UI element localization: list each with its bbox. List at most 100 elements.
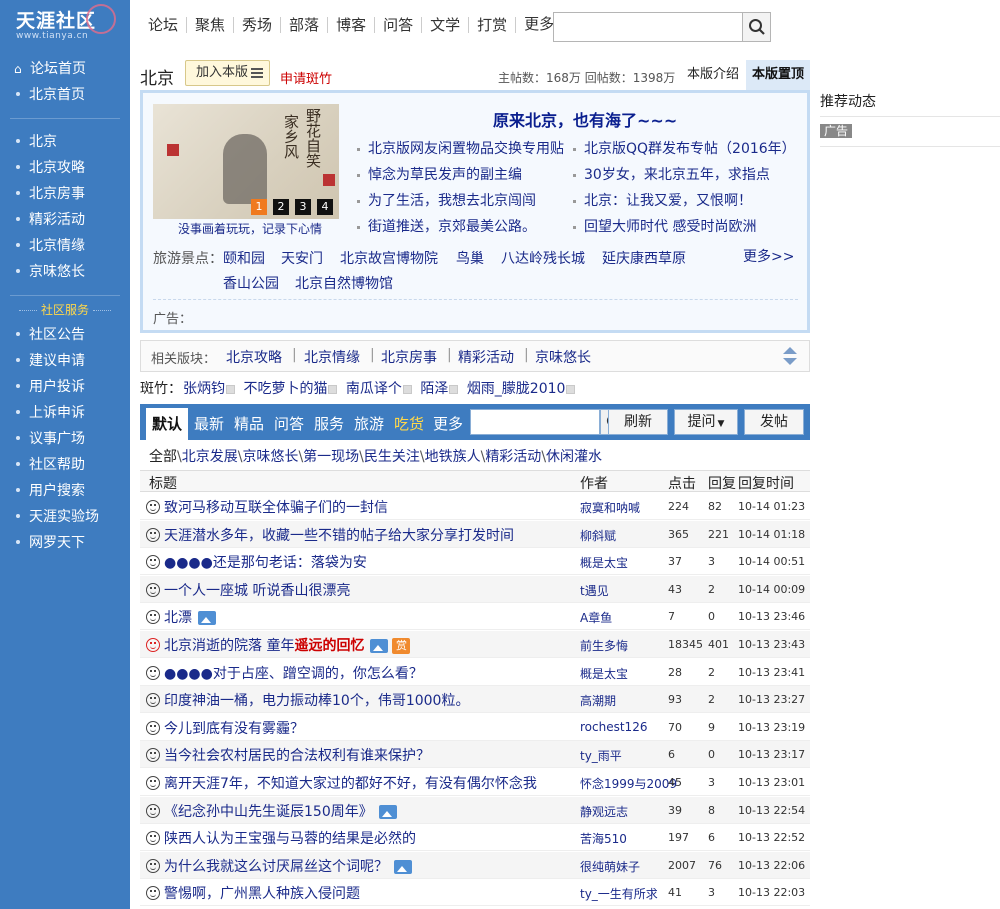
tab-more[interactable]: 更多 xyxy=(433,408,463,440)
search-button[interactable] xyxy=(742,13,770,41)
table-row[interactable]: ●●●●还是那句老话：落袋为安 概是太宝 37 3 10-14 00:51 xyxy=(140,548,810,575)
sidebar-item-help[interactable]: 社区帮助 xyxy=(0,452,130,478)
post-author-link[interactable]: 高潮期 xyxy=(580,692,616,709)
table-row[interactable]: 北漂 A章鱼 7 0 10-13 23:46 xyxy=(140,603,810,630)
nav-item-qa[interactable]: 问答 xyxy=(375,17,423,33)
featured-link[interactable]: 北京版QQ群发布专帖（2016年） xyxy=(573,138,796,158)
post-title-link[interactable]: 今儿到底有没有雾霾？ xyxy=(164,718,304,738)
sidebar-item-culture[interactable]: 京味悠长 xyxy=(0,259,130,285)
featured-link[interactable]: 30岁女，来北京五年，求指点 xyxy=(573,164,770,184)
related-board-link[interactable]: 北京房事 xyxy=(381,347,437,367)
table-row[interactable]: 今儿到底有没有雾霾？ rochest126 70 9 10-13 23:19 xyxy=(140,714,810,741)
featured-link[interactable]: 街道推送，京郊最美公路。 xyxy=(357,216,536,236)
sidebar-item-beijing[interactable]: 北京 xyxy=(0,129,130,155)
table-row[interactable]: 《纪念孙中山先生诞辰150周年》 静观远志 39 8 10-13 22:54 xyxy=(140,797,810,824)
post-title-link[interactable]: 警惕啊，广州黑人种族入侵问题 xyxy=(164,883,360,903)
sidebar-item-beijing-home[interactable]: 北京首页 xyxy=(0,82,130,108)
table-row[interactable]: 当今社会农村居民的合法权利有谁来保护？ ty_雨平 6 0 10-13 23:17 xyxy=(140,741,810,768)
post-title-link[interactable]: 北漂 xyxy=(164,607,216,627)
col-replies[interactable]: 回复 xyxy=(708,473,736,493)
table-row[interactable]: 天涯潜水多年，收藏一些不错的帖子给大家分享打发时间 柳斜赋 365 221 10-14 … xyxy=(140,521,810,548)
slide-dot-3[interactable]: 3 xyxy=(295,199,311,215)
featured-link[interactable]: 北京版网友闲置物品交换专用贴 xyxy=(357,138,564,158)
nav-item-literature[interactable]: 文学 xyxy=(422,17,470,33)
table-row[interactable]: 北京消逝的院落 童年遥远的回忆 赏 前生多悔 18345 401 10-13 23:43 xyxy=(140,631,810,658)
featured-link[interactable]: 北京：让我又爱，又恨啊！ xyxy=(573,190,752,210)
filter-item[interactable]: 精彩活动 xyxy=(485,449,541,465)
sidebar-item-lab[interactable]: 天涯实验场 xyxy=(0,504,130,530)
col-time[interactable]: 回复时间 xyxy=(738,473,794,493)
post-author-link[interactable]: rochest126 xyxy=(580,720,647,734)
filter-item[interactable]: 地铁族人 xyxy=(425,449,481,465)
post-title-link[interactable]: 为什么我就这么讨厌屌丝这个词呢？ xyxy=(164,856,412,876)
refresh-button[interactable]: 刷新 xyxy=(608,409,668,435)
post-title-link[interactable]: 一个人一座城 听说香山很漂亮 xyxy=(164,580,350,600)
sidebar-item-events[interactable]: 精彩活动 xyxy=(0,207,130,233)
related-board-link[interactable]: 北京情缘 xyxy=(304,347,360,367)
moderator-link[interactable]: 南瓜译个 xyxy=(346,381,402,397)
sidebar-item-complaint[interactable]: 用户投诉 xyxy=(0,374,130,400)
expand-toggle-icon[interactable] xyxy=(781,345,799,367)
moderator-link[interactable]: 张炳钧 xyxy=(183,381,225,397)
nav-item-show[interactable]: 秀场 xyxy=(234,17,282,33)
scenic-link[interactable]: 北京自然博物馆 xyxy=(295,273,393,293)
filter-item[interactable]: 民生关注 xyxy=(364,449,420,465)
featured-title[interactable]: 原来北京，也有海了~~~ xyxy=(493,107,677,131)
post-author-link[interactable]: 怀念1999与2009 xyxy=(580,775,677,792)
scenic-link[interactable]: 颐和园 xyxy=(223,248,265,268)
sidebar-item-suggestion[interactable]: 建议申请 xyxy=(0,348,130,374)
nav-item-forum[interactable]: 论坛 xyxy=(140,17,188,33)
moderator-link[interactable]: 烟雨_朦胧2010 xyxy=(467,381,566,397)
sidebar-item-housing[interactable]: 北京房事 xyxy=(0,181,130,207)
filter-item[interactable]: 休闲灌水 xyxy=(546,449,602,465)
post-author-link[interactable]: 概是太宝 xyxy=(580,665,628,682)
post-author-link[interactable]: 寂寞和呐喊 xyxy=(580,499,640,516)
scenic-link[interactable]: 八达岭残长城 xyxy=(501,248,585,268)
table-row[interactable]: 为什么我就这么讨厌屌丝这个词呢？ 很纯萌妹子 2007 76 10-13 22:06 xyxy=(140,852,810,879)
new-post-button[interactable]: 发帖 xyxy=(744,409,804,435)
post-title-link[interactable]: 当今社会农村居民的合法权利有谁来保护？ xyxy=(164,745,430,765)
related-board-link[interactable]: 精彩活动 xyxy=(458,347,514,367)
filter-item[interactable]: 北京发展 xyxy=(182,449,238,465)
post-title-link[interactable]: 离开天涯7年，不知道大家过的都好不好，有没有偶尔怀念我 xyxy=(164,773,537,793)
table-row[interactable]: 离开天涯7年，不知道大家过的都好不好，有没有偶尔怀念我 怀念1999与2009 45… xyxy=(140,769,810,796)
post-author-link[interactable]: t遇见 xyxy=(580,582,609,599)
ask-button[interactable]: 提问 ▼ xyxy=(674,409,738,435)
post-title-link[interactable]: 《纪念孙中山先生诞辰150周年》 xyxy=(164,801,397,821)
post-author-link[interactable]: 很纯萌妹子 xyxy=(580,858,640,875)
nav-item-focus[interactable]: 聚焦 xyxy=(187,17,235,33)
scenic-link[interactable]: 香山公园 xyxy=(223,273,279,293)
table-row[interactable]: 一个人一座城 听说香山很漂亮 t遇见 43 2 10-14 00:09 xyxy=(140,576,810,603)
sidebar-item-appeal[interactable]: 上诉申诉 xyxy=(0,400,130,426)
scenic-link[interactable]: 天安门 xyxy=(281,248,323,268)
table-row[interactable]: ●●●●对于占座、蹭空调的，你怎么看？ 概是太宝 28 2 10-13 23:41 xyxy=(140,659,810,686)
scenic-link[interactable]: 鸟巢 xyxy=(456,248,484,268)
post-title-link[interactable]: 北京消逝的院落 童年遥远的回忆 赏 xyxy=(164,635,411,655)
table-row[interactable]: 印度神油一桶，电力振动棒10个，伟哥1000粒。 高潮期 93 2 10-13 23:2… xyxy=(140,686,810,713)
moderator-link[interactable]: 陌泽 xyxy=(420,381,448,397)
nav-item-tribe[interactable]: 部落 xyxy=(281,17,329,33)
tab-board-intro[interactable]: 本版介绍 xyxy=(681,60,745,90)
col-title[interactable]: 标题 xyxy=(149,473,177,493)
sidebar-item-guide[interactable]: 北京攻略 xyxy=(0,155,130,181)
tab-food[interactable]: 吃货 xyxy=(394,408,424,440)
post-title-link[interactable]: 印度神油一桶，电力振动棒10个，伟哥1000粒。 xyxy=(164,690,469,710)
search-input[interactable] xyxy=(554,13,742,41)
tab-latest[interactable]: 最新 xyxy=(194,408,224,440)
scenic-link[interactable]: 北京故宫博物院 xyxy=(340,248,438,268)
slide-dot-2[interactable]: 2 xyxy=(273,199,289,215)
post-title-link[interactable]: ●●●●还是那句老话：落袋为安 xyxy=(164,552,367,572)
post-author-link[interactable]: A章鱼 xyxy=(580,609,612,626)
table-row[interactable]: 陕西人认为王宝强与马蓉的结果是必然的 苦海510 197 6 10-13 22:52 xyxy=(140,824,810,851)
tab-featured[interactable]: 精品 xyxy=(234,408,264,440)
featured-image[interactable]: 野花自笑 家乡风 xyxy=(153,104,339,219)
col-author[interactable]: 作者 xyxy=(580,473,608,493)
apply-moderator-link[interactable]: 申请斑竹 xyxy=(280,68,332,87)
board-search-input[interactable] xyxy=(470,409,600,435)
table-row[interactable]: 致河马移动互联全体骗子们的一封信 寂寞和呐喊 224 82 10-14 01:23 xyxy=(140,493,810,520)
tab-travel[interactable]: 旅游 xyxy=(354,408,384,440)
featured-link[interactable]: 回望大师时代 感受时尚欧洲 xyxy=(573,216,756,236)
sidebar-item-web[interactable]: 网罗天下 xyxy=(0,530,130,556)
scenic-link[interactable]: 延庆康西草原 xyxy=(602,248,686,268)
filter-item[interactable]: 京味悠长 xyxy=(242,449,298,465)
